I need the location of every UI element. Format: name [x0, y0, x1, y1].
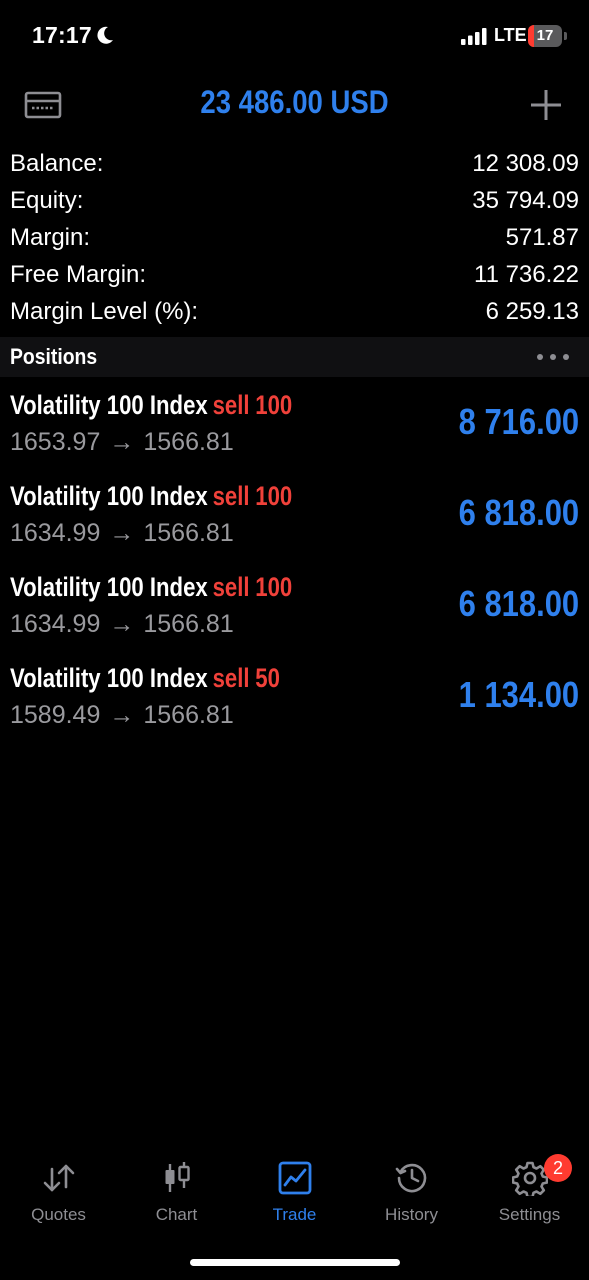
summary-label: Margin Level (%): — [10, 297, 199, 325]
open-price: 1634.99 — [10, 519, 101, 547]
position-side: sell — [212, 663, 250, 693]
summary-value: 35 794.09 — [472, 186, 579, 214]
summary-value: 6 259.13 — [485, 297, 579, 325]
current-price: 1566.81 — [143, 610, 234, 638]
tab-label: History — [385, 1205, 438, 1224]
position-profit: 6 818.00 — [458, 583, 579, 624]
quotes-arrows-icon — [43, 1164, 74, 1192]
current-price: 1566.81 — [143, 519, 234, 547]
position-side: sell — [212, 481, 250, 511]
summary-label: Margin: — [10, 223, 91, 251]
price-arrow: → — [109, 610, 135, 638]
tab-label: Settings — [498, 1205, 561, 1224]
bottom-tab-bar: Quotes Chart Trade History 2 Settings — [0, 1150, 589, 1230]
position-row[interactable]: Volatility 100 Index sell 100 1653.97 → 1566… — [0, 388, 589, 479]
candlestick-icon — [165, 1162, 190, 1192]
position-symbol: Volatility 100 Index — [10, 572, 208, 602]
tab-settings[interactable]: 2 Settings — [471, 1150, 588, 1230]
tab-label: Trade — [272, 1205, 317, 1224]
positions-title: Positions — [10, 344, 98, 369]
position-volume: 100 — [255, 572, 293, 602]
summary-row-margin: Margin: 571.87 — [10, 219, 579, 256]
summary-label: Balance: — [10, 149, 104, 177]
summary-value: 571.87 — [505, 223, 579, 251]
tab-quotes[interactable]: Quotes — [0, 1150, 117, 1230]
position-symbol: Volatility 100 Index — [10, 390, 208, 420]
status-bar: 17:17 LTE 17 — [0, 0, 589, 72]
new-order-plus-icon[interactable] — [529, 88, 563, 122]
position-symbol: Volatility 100 Index — [10, 481, 208, 511]
history-clock-icon — [395, 1163, 426, 1193]
position-title: Volatility 100 Index sell 50 — [10, 663, 280, 694]
current-price: 1566.81 — [143, 428, 234, 456]
account-balance-title: 23 486.00 USD — [200, 84, 389, 120]
position-row[interactable]: Volatility 100 Index sell 100 1634.99 → 1566… — [0, 479, 589, 570]
gear-icon — [511, 1161, 548, 1196]
moon-icon — [97, 26, 113, 44]
position-row[interactable]: Volatility 100 Index sell 50 1589.49 → 1566.… — [0, 661, 589, 752]
trade-chart-icon — [278, 1161, 311, 1195]
signal-icon — [461, 28, 487, 45]
position-side: sell — [212, 390, 250, 420]
account-summary: Balance: 12 308.09 Equity: 35 794.09 Mar… — [10, 145, 579, 330]
home-indicator — [190, 1259, 400, 1266]
summary-row-equity: Equity: 35 794.09 — [10, 182, 579, 219]
current-price: 1566.81 — [143, 701, 234, 729]
position-symbol: Volatility 100 Index — [10, 663, 208, 693]
status-time: 17:17 — [32, 22, 92, 48]
summary-value: 11 736.22 — [474, 260, 579, 288]
tab-label: Quotes — [31, 1205, 86, 1224]
summary-label: Free Margin: — [10, 260, 147, 288]
battery-level: 17 — [536, 27, 554, 44]
price-arrow: → — [109, 519, 135, 547]
battery-icon: 17 — [528, 25, 567, 47]
position-prices: 1634.99 → 1566.81 — [10, 610, 234, 639]
position-title: Volatility 100 Index sell 100 — [10, 390, 292, 421]
open-price: 1653.97 — [10, 428, 101, 456]
position-prices: 1634.99 → 1566.81 — [10, 519, 234, 548]
position-title: Volatility 100 Index sell 100 — [10, 572, 292, 603]
position-side: sell — [212, 572, 250, 602]
open-price: 1589.49 — [10, 701, 101, 729]
summary-value: 12 308.09 — [472, 149, 579, 177]
positions-section-header: Positions — [0, 337, 589, 377]
position-row[interactable]: Volatility 100 Index sell 100 1634.99 → 1566… — [0, 570, 589, 661]
tab-trade[interactable]: Trade — [236, 1150, 353, 1230]
position-profit: 1 134.00 — [458, 674, 579, 715]
summary-row-margin-level: Margin Level (%): 6 259.13 — [10, 293, 579, 330]
position-prices: 1589.49 → 1566.81 — [10, 701, 234, 730]
summary-label: Equity: — [10, 186, 84, 214]
position-volume: 100 — [255, 390, 293, 420]
tab-label: Chart — [155, 1205, 198, 1224]
position-volume: 100 — [255, 481, 293, 511]
position-profit: 6 818.00 — [458, 492, 579, 533]
account-header: 23 486.00 USD — [0, 78, 589, 132]
summary-row-free-margin: Free Margin: 11 736.22 — [10, 256, 579, 293]
price-arrow: → — [109, 428, 135, 456]
open-price: 1634.99 — [10, 610, 101, 638]
more-options-icon[interactable] — [536, 353, 570, 361]
notification-badge: 2 — [544, 1154, 572, 1182]
position-title: Volatility 100 Index sell 100 — [10, 481, 292, 512]
summary-row-balance: Balance: 12 308.09 — [10, 145, 579, 182]
tab-chart[interactable]: Chart — [118, 1150, 235, 1230]
network-label: LTE — [494, 25, 527, 45]
position-prices: 1653.97 → 1566.81 — [10, 428, 234, 457]
price-arrow: → — [109, 701, 135, 729]
position-volume: 50 — [255, 663, 280, 693]
position-profit: 8 716.00 — [458, 401, 579, 442]
tab-history[interactable]: History — [353, 1150, 470, 1230]
